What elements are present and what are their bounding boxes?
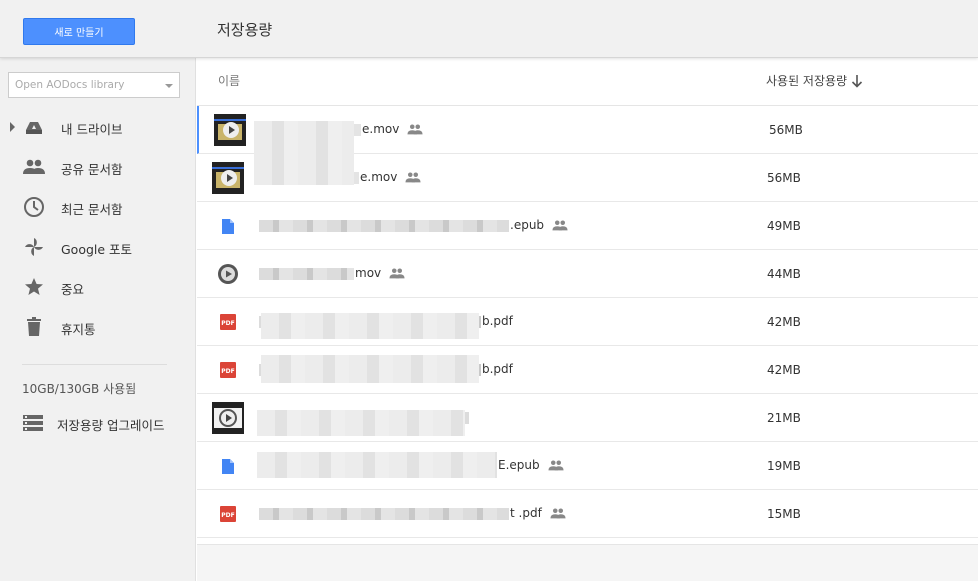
sidebar-item-label: 휴지통 — [61, 322, 96, 337]
shared-people-icon — [550, 507, 566, 518]
redaction-block — [261, 313, 479, 339]
pdf-icon: PDF — [211, 354, 245, 386]
shared-people-icon — [405, 171, 421, 182]
column-header-size-label: 사용된 저장용량 — [766, 74, 848, 88]
storage-used-text: 10GB/130GB 사용됨 — [22, 382, 137, 396]
sidebar-item-my-drive[interactable]: 내 드라이브 — [0, 112, 196, 142]
shared-people-icon — [552, 219, 568, 230]
redaction-block — [261, 355, 479, 383]
pinwheel-icon — [22, 236, 46, 258]
file-size: 19MB — [767, 459, 801, 473]
svg-text:PDF: PDF — [221, 320, 234, 327]
redaction-block — [254, 121, 354, 185]
upgrade-storage-link[interactable]: 저장용량 업그레이드 — [22, 409, 164, 437]
file-name: t .pdf — [259, 506, 566, 520]
pdf-icon: PDF — [211, 306, 245, 338]
video-thumbnail-icon — [213, 114, 247, 146]
expand-arrow-icon[interactable] — [10, 122, 15, 132]
sidebar: Open AODocs library 내 드라이브 공유 문서함 최근 문서함… — [0, 58, 196, 581]
file-name-suffix: e.mov — [360, 170, 398, 184]
file-size: 15MB — [767, 507, 801, 521]
library-select[interactable]: Open AODocs library — [8, 72, 180, 98]
table-header: 이름 사용된 저장용량 — [197, 58, 978, 106]
file-size: 49MB — [767, 219, 801, 233]
library-select-placeholder: Open AODocs library — [15, 79, 125, 91]
sidebar-item-recent[interactable]: 최근 문서함 — [0, 192, 196, 222]
sidebar-item-label: 최근 문서함 — [61, 202, 123, 217]
svg-text:PDF: PDF — [221, 512, 234, 519]
file-name: .epub — [259, 218, 568, 232]
sidebar-item-label: 중요 — [61, 282, 85, 297]
file-name-suffix: b.pdf — [482, 362, 513, 376]
shared-people-icon — [548, 459, 564, 470]
sidebar-item-shared[interactable]: 공유 문서함 — [0, 152, 196, 182]
file-size: 56MB — [767, 171, 801, 185]
video-thumbnail-icon — [211, 402, 245, 434]
drive-icon — [22, 116, 46, 138]
sidebar-item-trash[interactable]: 휴지통 — [0, 312, 196, 342]
table-row[interactable]: .epub 49MB — [197, 202, 978, 250]
star-icon — [22, 276, 46, 298]
clock-icon — [22, 196, 46, 218]
arrow-down-icon — [852, 74, 863, 88]
new-button[interactable]: 새로 만들기 — [23, 18, 135, 45]
svg-text:PDF: PDF — [221, 368, 234, 375]
file-name-suffix: t .pdf — [510, 506, 542, 520]
table-row[interactable]: PDF t .pdf 15MB — [197, 490, 978, 538]
file-size: 21MB — [767, 411, 801, 425]
redaction-block — [257, 410, 465, 436]
sidebar-item-google-photos[interactable]: Google 포토 — [0, 232, 196, 262]
file-size: 42MB — [767, 363, 801, 377]
column-header-name[interactable]: 이름 — [218, 72, 240, 89]
file-name-suffix: b.pdf — [482, 314, 513, 328]
file-name-suffix: e.mov — [362, 122, 400, 136]
file-name-suffix: mov — [355, 266, 382, 280]
sidebar-item-starred[interactable]: 중요 — [0, 272, 196, 302]
video-icon — [211, 258, 245, 290]
sidebar-item-label: 내 드라이브 — [61, 122, 123, 137]
chevron-down-icon — [165, 84, 173, 88]
video-thumbnail-icon — [211, 162, 245, 194]
file-size: 44MB — [767, 267, 801, 281]
sidebar-item-label: 공유 문서함 — [61, 162, 123, 177]
redaction-block — [257, 452, 497, 478]
file-size: 42MB — [767, 315, 801, 329]
table-row[interactable]: mov 44MB — [197, 250, 978, 298]
top-bar: 새로 만들기 저장용량 — [0, 0, 978, 58]
upgrade-label: 저장용량 업그레이드 — [57, 418, 165, 433]
trash-icon — [22, 316, 46, 338]
list-footer — [197, 544, 978, 581]
file-name-suffix: .epub — [510, 218, 545, 232]
people-icon — [22, 156, 46, 178]
column-header-size[interactable]: 사용된 저장용량 — [766, 72, 863, 89]
file-name-suffix: E.epub — [498, 458, 540, 472]
document-icon — [211, 210, 245, 242]
file-size: 56MB — [769, 123, 803, 137]
file-list: 이름 사용된 저장용량 e.mov 56MB e.mov 56MB .epub — [197, 58, 978, 581]
storage-stack-icon — [22, 414, 44, 432]
sidebar-divider — [22, 364, 167, 365]
document-icon — [211, 450, 245, 482]
shared-people-icon — [389, 267, 405, 278]
shared-people-icon — [407, 123, 423, 134]
pdf-icon: PDF — [211, 498, 245, 530]
page-title: 저장용량 — [217, 21, 273, 39]
file-name: mov — [259, 266, 405, 280]
sidebar-item-label: Google 포토 — [61, 242, 133, 257]
